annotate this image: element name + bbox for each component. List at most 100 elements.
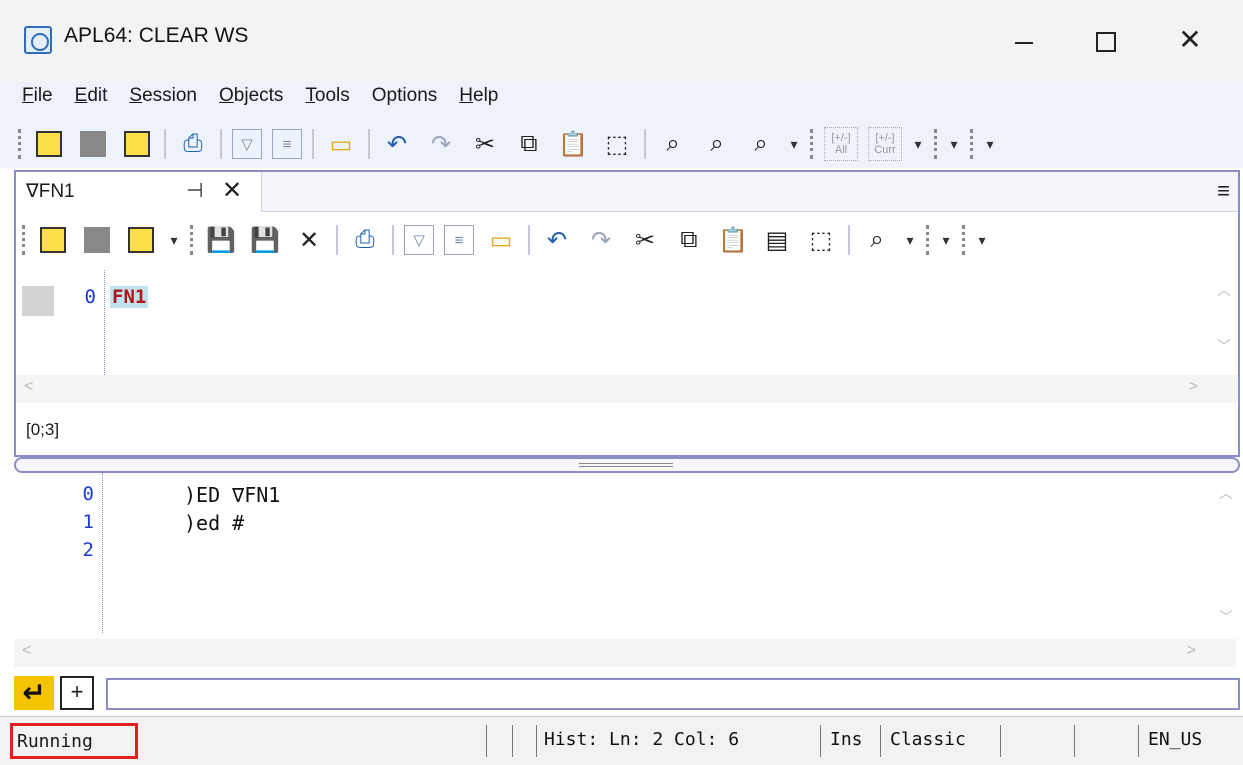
toolbar-grip[interactable] [926, 225, 930, 255]
toolbar-grip[interactable] [962, 225, 966, 255]
input-row: ↵ + [14, 672, 1240, 714]
overflow-icon[interactable]: ▾ [976, 232, 988, 249]
select-icon[interactable]: ⬚ [600, 127, 634, 161]
open-folder-icon[interactable]: ▭ [484, 223, 518, 257]
scroll-down-icon[interactable]: ﹀ [1212, 607, 1240, 627]
status-divider [1074, 725, 1075, 757]
pane-splitter[interactable] [14, 457, 1240, 473]
save-and-close-icon[interactable]: 💾 [248, 223, 282, 257]
editor-horizontal-scrollbar[interactable]: < > [16, 375, 1238, 403]
redo-icon[interactable]: ↷ [424, 127, 458, 161]
triangle-icon[interactable]: ▽ [232, 129, 262, 159]
session-line[interactable]: )ed # [184, 511, 244, 535]
status-divider [820, 725, 821, 757]
undo-icon[interactable]: ↶ [380, 127, 414, 161]
toolbar-separator [528, 225, 530, 255]
scroll-left-icon[interactable]: < [24, 378, 33, 396]
scroll-right-icon[interactable]: > [1189, 378, 1198, 396]
menu-help[interactable]: Help [459, 82, 498, 112]
tab-close-icon[interactable]: ✕ [222, 176, 242, 205]
toolbar-separator [336, 225, 338, 255]
find-next-icon[interactable]: ⌕ [744, 127, 778, 161]
status-divider [880, 725, 881, 757]
toolbar-separator [220, 129, 222, 159]
editor-vertical-scrollbar[interactable]: ︿ ﹀ [1210, 270, 1238, 375]
menu-file[interactable]: File [22, 82, 53, 112]
copy-icon[interactable]: ⧉ [512, 127, 546, 161]
menu-objects[interactable]: Objects [219, 82, 283, 112]
session-window[interactable]: 0 1 2 )ED ∇FN1 )ed # ︿ ﹀ < > [14, 473, 1240, 669]
pin-icon[interactable]: ⊣ [186, 178, 203, 203]
toolbar-grip[interactable] [934, 129, 938, 159]
menu-tools[interactable]: Tools [305, 82, 349, 112]
tab-list-icon[interactable]: ≡ [1217, 178, 1230, 204]
find-icon[interactable]: ⌕ [860, 223, 894, 257]
status-history-position: Hist: Ln: 2 Col: 6 [544, 729, 740, 750]
triangle-icon[interactable]: ▽ [404, 225, 434, 255]
overflow-icon[interactable]: ▾ [788, 136, 800, 153]
editor-window-icon[interactable] [80, 223, 114, 257]
close-button[interactable]: ✕ [1170, 22, 1210, 58]
save-icon[interactable]: 💾 [204, 223, 238, 257]
copy-icon[interactable]: ⧉ [672, 223, 706, 257]
document-icon[interactable]: ≡ [444, 225, 474, 255]
open-folder-icon[interactable]: ▭ [324, 127, 358, 161]
menu-session[interactable]: Session [129, 82, 197, 112]
yellow-window-icon[interactable] [120, 127, 154, 161]
scroll-left-icon[interactable]: < [22, 642, 31, 660]
undo-icon[interactable]: ↶ [540, 223, 574, 257]
new-editor-icon[interactable] [36, 223, 70, 257]
splitter-grip-icon[interactable] [579, 463, 673, 467]
overflow-icon[interactable]: ▾ [168, 232, 180, 249]
print-icon[interactable]: ⎙ [348, 223, 382, 257]
maximize-button[interactable] [1084, 22, 1124, 58]
spell-check-icon[interactable]: ▤ [760, 223, 794, 257]
overflow-icon[interactable]: ▾ [940, 232, 952, 249]
session-horizontal-scrollbar[interactable]: < > [14, 639, 1236, 667]
toolbar-grip[interactable] [810, 129, 814, 159]
toolbar-separator [368, 129, 370, 159]
session-vertical-scrollbar[interactable]: ︿ ﹀ [1212, 473, 1240, 639]
gutter-divider [104, 270, 105, 375]
select-icon[interactable]: ⬚ [804, 223, 838, 257]
function-line-text[interactable]: FN1 [110, 286, 149, 308]
comment-all-icon[interactable]: [+/-] All [824, 127, 858, 161]
document-icon[interactable]: ≡ [272, 129, 302, 159]
overflow-icon[interactable]: ▾ [984, 136, 996, 153]
cursor-position: [0;3] [26, 420, 60, 439]
yellow-window-icon[interactable] [124, 223, 158, 257]
expand-input-icon[interactable]: + [60, 676, 94, 710]
close-editor-icon[interactable]: ✕ [292, 223, 326, 257]
editor-text-area[interactable]: 0 FN1 ︿ ﹀ [16, 270, 1238, 375]
toolbar-grip[interactable] [22, 225, 26, 255]
session-line[interactable]: )ED ∇FN1 [184, 483, 280, 507]
overflow-icon[interactable]: ▾ [948, 136, 960, 153]
overflow-icon[interactable]: ▾ [912, 136, 924, 153]
minimize-button[interactable] [1004, 22, 1044, 58]
menu-edit[interactable]: Edit [75, 82, 108, 112]
command-input[interactable] [106, 678, 1240, 710]
toolbar-grip[interactable] [190, 225, 194, 255]
overflow-icon[interactable]: ▾ [904, 232, 916, 249]
menu-options[interactable]: Options [372, 82, 437, 112]
find-icon[interactable]: ⌕ [656, 127, 690, 161]
editor-window-icon[interactable] [76, 127, 110, 161]
paste-icon[interactable]: 📋 [716, 223, 750, 257]
toolbar-grip[interactable] [970, 129, 974, 159]
scroll-right-icon[interactable]: > [1187, 642, 1196, 660]
new-editor-icon[interactable] [32, 127, 66, 161]
comment-current-icon[interactable]: [+/-] Curr [868, 127, 902, 161]
scroll-up-icon[interactable]: ︿ [1212, 483, 1240, 503]
status-state: Running [10, 723, 138, 759]
scroll-down-icon[interactable]: ﹀ [1210, 336, 1238, 356]
paste-icon[interactable]: 📋 [556, 127, 590, 161]
find-previous-icon[interactable]: ⌕ [700, 127, 734, 161]
enter-icon[interactable]: ↵ [14, 676, 54, 710]
tab-fn1[interactable]: ∇FN1 ⊣ ✕ [16, 172, 262, 212]
scroll-up-icon[interactable]: ︿ [1210, 280, 1238, 300]
cut-icon[interactable]: ✂ [628, 223, 662, 257]
toolbar-grip[interactable] [18, 129, 22, 159]
cut-icon[interactable]: ✂ [468, 127, 502, 161]
redo-icon[interactable]: ↷ [584, 223, 618, 257]
print-icon[interactable]: ⎙ [176, 127, 210, 161]
